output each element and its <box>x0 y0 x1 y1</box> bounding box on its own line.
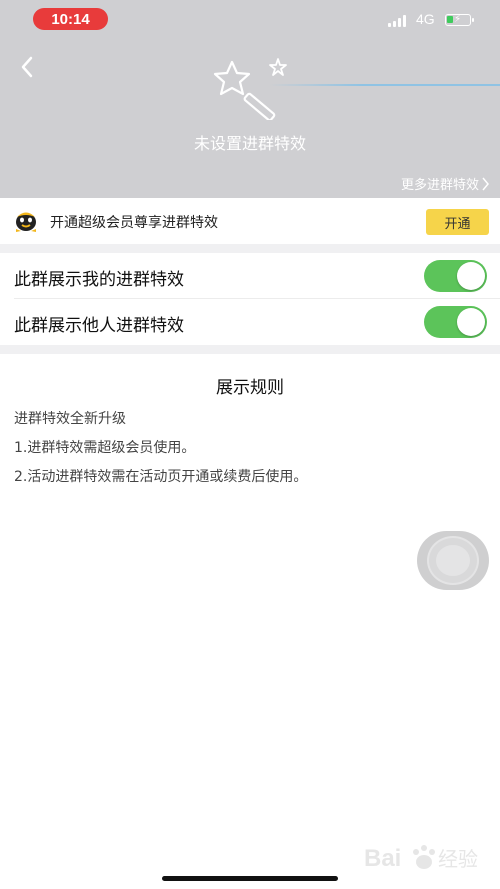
effect-status-text: 未设置进群特效 <box>193 134 306 153</box>
assistive-touch-button[interactable] <box>417 531 489 590</box>
back-button[interactable] <box>14 54 40 80</box>
setting-label: 此群展示他人进群特效 <box>14 316 184 336</box>
signal-icon <box>388 15 410 27</box>
show-others-effect-toggle[interactable] <box>424 306 487 338</box>
rules-line: 进群特效全新升级 <box>14 411 126 427</box>
network-type: 4G <box>416 11 435 27</box>
header-area: 10:14 4G ⚡ 未设置进群特效 更多进群特效 <box>0 0 500 198</box>
rules-line: 2.活动进群特效需在活动页开通或续费后使用。 <box>14 469 308 485</box>
status-time: 10:14 <box>33 8 108 30</box>
more-effects-link[interactable]: 更多进群特效 <box>401 174 490 193</box>
battery-icon: ⚡ <box>445 14 474 26</box>
open-vip-button[interactable]: 开通 <box>426 209 489 235</box>
rules-line: 1.进群特效需超级会员使用。 <box>14 440 196 456</box>
home-indicator[interactable] <box>162 876 338 881</box>
show-my-effect-toggle[interactable] <box>424 260 487 292</box>
section-divider <box>0 345 500 354</box>
setting-row-show-others-effect: 此群展示他人进群特效 <box>0 299 500 344</box>
more-effects-label: 更多进群特效 <box>400 178 479 193</box>
setting-label: 此群展示我的进群特效 <box>14 270 184 290</box>
vip-penguin-icon <box>16 212 36 232</box>
chevron-left-icon <box>21 56 33 78</box>
section-divider <box>0 244 500 253</box>
vip-promo-bar: 开通超级会员尊享进群特效 <box>0 198 500 245</box>
accent-line <box>270 84 500 86</box>
promo-text: 开通超级会员尊享进群特效 <box>50 215 218 231</box>
baidu-watermark-logo: Bai 经验 <box>364 845 478 872</box>
rules-title: 展示规则 <box>216 378 284 398</box>
svg-text:经验: 经验 <box>438 847 478 871</box>
status-bar: 10:14 4G ⚡ <box>0 0 500 40</box>
svg-text:Bai: Bai <box>364 845 401 872</box>
chevron-right-icon <box>482 177 489 190</box>
setting-row-show-my-effect: 此群展示我的进群特效 <box>0 253 500 298</box>
magic-wand-icon <box>213 58 287 120</box>
